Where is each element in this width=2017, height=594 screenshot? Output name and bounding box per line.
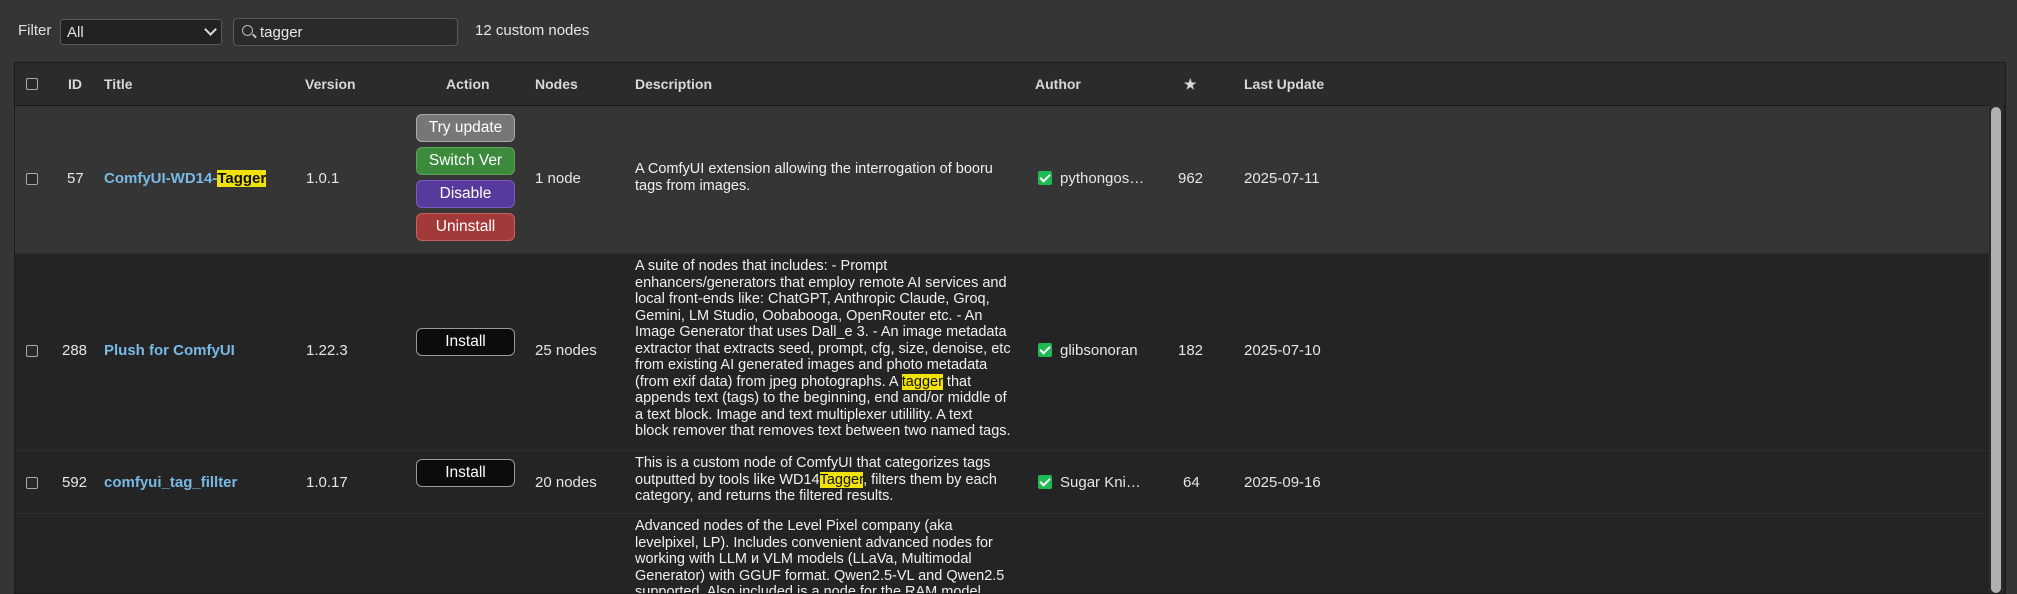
row-description: A ComfyUI extension allowing the interro… — [635, 161, 1030, 194]
desc-line: A suite of nodes that includes: - Prompt — [635, 258, 888, 274]
row-nodes: 1 node — [535, 170, 581, 187]
col-action[interactable]: Action — [446, 76, 490, 92]
row-id: 288 — [62, 342, 88, 359]
col-description[interactable]: Description — [635, 76, 712, 92]
row-last-update: 2025-07-10 — [1244, 342, 1321, 359]
desc-line: a text block. Image and text multiplexer… — [635, 406, 973, 423]
row-description: This is a custom node of ComfyUI that ca… — [635, 455, 1030, 505]
row-id: 592 — [62, 474, 88, 491]
search-icon — [242, 25, 253, 36]
col-title[interactable]: Title — [104, 76, 133, 92]
desc-line: Gemini, LM Studio, Oobabooga, OpenRouter… — [635, 307, 983, 324]
desc-line: Advanced nodes of the Level Pixel compan… — [635, 518, 953, 534]
table-header: ID Title Version Action Nodes Descriptio… — [15, 63, 2005, 106]
desc-line: from existing AI generated images and ph… — [635, 357, 988, 373]
desc-line: category, and returns the filtered resul… — [635, 488, 894, 504]
row-last-update: 2025-07-11 — [1244, 170, 1320, 187]
search-value: tagger — [260, 24, 303, 41]
row-checkbox[interactable] — [26, 173, 38, 185]
table-row[interactable]: 592 comfyui_tag_fillter 1.0.17 Install 2… — [15, 451, 1989, 514]
desc-line: Generator) with GGUF format. Qwen2.5-VL … — [635, 567, 1005, 584]
row-title-link[interactable]: Plush for ComfyUI — [104, 342, 235, 359]
custom-nodes-table: ID Title Version Action Nodes Descriptio… — [14, 62, 2006, 594]
desc-line: (from exif data) from jpeg photographs. … — [635, 373, 902, 390]
row-title-link[interactable]: ComfyUI-WD14-Tagger — [104, 170, 267, 187]
desc-line: appends text (tags) to the beginning, en… — [635, 390, 1007, 406]
row-author[interactable]: pythongos… — [1060, 170, 1144, 187]
verified-check-icon — [1038, 475, 1052, 489]
disable-button[interactable]: Disable — [416, 180, 515, 208]
desc-line: working with LLM и VLM models (LLaVa, Mu… — [635, 551, 972, 567]
desc-line: outputted by tools like WD14 — [635, 471, 820, 488]
table-row[interactable]: Advanced nodes of the Level Pixel compan… — [15, 514, 1989, 593]
verified-check-icon — [1038, 343, 1052, 357]
desc-line: A ComfyUI extension allowing the interro… — [635, 161, 993, 177]
row-nodes: 20 nodes — [535, 474, 597, 491]
desc-line: tags from images. — [635, 177, 751, 194]
desc-line: that — [942, 373, 972, 390]
filter-select[interactable]: All — [60, 19, 222, 45]
desc-highlight: tagger — [901, 373, 943, 390]
row-stars: 962 — [1178, 170, 1204, 187]
col-nodes[interactable]: Nodes — [535, 76, 578, 92]
row-title-link[interactable]: comfyui_tag_fillter — [104, 474, 237, 491]
chevron-down-icon — [204, 23, 217, 36]
row-last-update: 2025-09-16 — [1244, 474, 1321, 491]
filter-bar: Filter All tagger 12 custom nodes — [0, 0, 2017, 62]
install-button[interactable]: Install — [416, 328, 515, 356]
desc-line: extractor that extracts seed, prompt, cf… — [635, 340, 1011, 357]
select-all-checkbox[interactable] — [26, 78, 38, 90]
table-row[interactable]: 288 Plush for ComfyUI 1.22.3 Install 25 … — [15, 254, 1989, 451]
switch-version-button[interactable]: Switch Ver — [416, 147, 515, 175]
col-id[interactable]: ID — [68, 76, 82, 92]
desc-line: This is a custom node of ComfyUI that ca… — [635, 455, 991, 471]
desc-line: block remover that removes text between … — [635, 423, 1011, 439]
install-button[interactable]: Install — [416, 459, 515, 487]
row-checkbox[interactable] — [26, 345, 38, 357]
table-row[interactable]: 57 ComfyUI-WD14-Tagger 1.0.1 Try update … — [15, 106, 1989, 254]
row-author[interactable]: Sugar Kni… — [1060, 474, 1141, 491]
col-author[interactable]: Author — [1035, 76, 1081, 92]
vertical-scrollbar[interactable] — [1989, 105, 2003, 593]
row-version: 1.0.17 — [306, 474, 348, 491]
col-stars[interactable]: ★ — [1184, 76, 1197, 93]
title-text: ComfyUI-WD14- — [104, 170, 218, 187]
desc-highlight: Tagger — [819, 471, 864, 488]
row-author[interactable]: glibsonoran — [1060, 342, 1138, 359]
title-highlight: Tagger — [217, 170, 267, 187]
row-stars: 64 — [1183, 474, 1200, 491]
col-last-update[interactable]: Last Update — [1244, 76, 1324, 92]
row-id: 57 — [67, 170, 84, 187]
row-description: A suite of nodes that includes: - Prompt… — [635, 258, 1030, 440]
uninstall-button[interactable]: Uninstall — [416, 213, 515, 241]
search-input[interactable]: tagger — [233, 18, 458, 46]
result-count: 12 custom nodes — [475, 22, 590, 39]
col-version[interactable]: Version — [305, 76, 356, 92]
row-stars: 182 — [1178, 342, 1204, 359]
row-nodes: 25 nodes — [535, 342, 597, 359]
desc-line: levelpixel, LP). Includes convenient adv… — [635, 534, 993, 551]
row-checkbox[interactable] — [26, 477, 38, 489]
row-description: Advanced nodes of the Level Pixel compan… — [635, 518, 1030, 593]
filter-selected-value: All — [67, 24, 84, 41]
filter-label: Filter — [18, 22, 52, 39]
desc-line: Image Generator that uses Dall_e 3. - An… — [635, 324, 1007, 340]
try-update-button[interactable]: Try update — [416, 114, 515, 142]
row-version: 1.22.3 — [306, 342, 348, 359]
verified-check-icon — [1038, 171, 1052, 185]
desc-line: local front-ends like: ChatGPT, Anthropi… — [635, 291, 990, 307]
desc-line: , filters them by each — [863, 471, 997, 488]
desc-line: enhancers/generators that employ remote … — [635, 274, 1007, 291]
scrollbar-thumb[interactable] — [1991, 107, 2001, 593]
row-version: 1.0.1 — [306, 170, 340, 187]
